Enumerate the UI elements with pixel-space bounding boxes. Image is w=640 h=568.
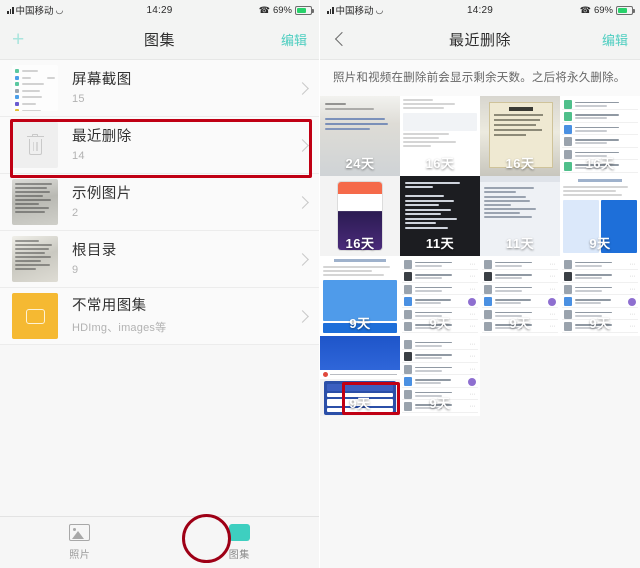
- days-remaining-label: 9天: [349, 395, 371, 411]
- album-row-recently-deleted[interactable]: 最近删除 14: [0, 117, 319, 174]
- status-bar-right: 中国移动 ◡ 14:29 ☎ 69%: [320, 0, 640, 20]
- grid-item[interactable]: ⋯ ⋯ ⋯ ⋯ ⋯ 9天: [480, 255, 560, 336]
- tab-bar: 照片 图集: [0, 516, 319, 568]
- chevron-right-icon: [296, 81, 309, 95]
- grid-item[interactable]: 16天: [480, 95, 560, 176]
- chevron-right-icon: [296, 195, 309, 209]
- days-remaining-label: 9天: [429, 315, 451, 331]
- album-count: 9: [72, 264, 79, 277]
- document-photo-thumbnail: [12, 236, 58, 282]
- album-count: HDImg、images等: [72, 322, 167, 335]
- page-title: 图集: [143, 32, 175, 49]
- battery-charging-icon: [616, 5, 635, 15]
- edit-button[interactable]: 编辑: [281, 30, 307, 49]
- album-title: 屏幕截图: [72, 71, 132, 88]
- album-count: 14: [72, 150, 85, 163]
- grid-item[interactable]: 11天: [400, 175, 480, 256]
- status-bar-left: 中国移动 ◡ 14:29 ☎ 69%: [0, 0, 319, 20]
- days-remaining-label: 9天: [349, 315, 371, 331]
- album-title: 最近删除: [72, 128, 132, 145]
- grid-item[interactable]: 9天: [320, 255, 400, 336]
- deleted-photo-grid: 24天 16天 16天 16天 16天 11天 11天 9天 9天 ⋯ ⋯ ⋯ …: [320, 95, 640, 416]
- nav-bar-right: 最近删除 编辑: [320, 20, 640, 60]
- album-text-block: 示例图片 2: [72, 185, 298, 219]
- chevron-right-icon: [296, 252, 309, 266]
- days-remaining-label: 16天: [505, 155, 535, 171]
- back-chevron-icon[interactable]: [332, 31, 350, 49]
- page-title: 最近删除: [448, 32, 511, 49]
- screenshot-list-thumbnail: [12, 65, 58, 111]
- battery-percent-label: 69%: [593, 4, 613, 16]
- grid-item[interactable]: 11天: [480, 175, 560, 256]
- grid-item[interactable]: 16天: [320, 175, 400, 256]
- trash-icon: [12, 122, 58, 168]
- grid-item[interactable]: 24天: [320, 95, 400, 176]
- deletion-notice-text: 照片和视频在删除前会显示剩余天数。之后将永久删除。: [320, 60, 640, 96]
- album-title: 不常用图集: [72, 297, 147, 314]
- grid-item[interactable]: 16天: [560, 95, 640, 176]
- status-bar-right-group: ☎ 69%: [258, 4, 314, 16]
- grid-item[interactable]: 16天: [400, 95, 480, 176]
- status-bar-right-group: ☎ 69%: [579, 4, 635, 16]
- days-remaining-label: 24天: [345, 155, 375, 171]
- grid-item[interactable]: ⋯ ⋯ ⋯ ⋯ ⋯ 9天: [560, 255, 640, 336]
- album-count: 2: [72, 207, 79, 220]
- edit-button[interactable]: 编辑: [602, 30, 628, 49]
- album-list: 屏幕截图 15 最近删除 14 示例图片 2 根目录 9 不常用图集 HDImg…: [0, 60, 319, 345]
- album-text-block: 最近删除 14: [72, 128, 298, 162]
- grid-item-highlighted[interactable]: 9天: [320, 335, 400, 416]
- album-text-block: 根目录 9: [72, 242, 298, 276]
- days-remaining-label: 9天: [509, 315, 531, 331]
- album-count: 15: [72, 93, 85, 106]
- nav-bar-left: + 图集 编辑: [0, 20, 319, 60]
- folder-placeholder-thumbnail: [12, 293, 58, 339]
- days-remaining-label: 11天: [425, 235, 455, 251]
- days-remaining-label: 11天: [505, 235, 535, 251]
- grid-item[interactable]: ⋯ ⋯ ⋯ ⋯ ⋯ 9天: [400, 255, 480, 336]
- days-remaining-label: 16天: [345, 235, 375, 251]
- album-icon: [228, 524, 250, 541]
- album-row-screenshots[interactable]: 屏幕截图 15: [0, 60, 319, 117]
- days-remaining-label: 9天: [589, 235, 611, 251]
- battery-charging-icon: [295, 5, 314, 15]
- add-album-button[interactable]: +: [12, 29, 34, 50]
- album-row-uncommon-albums[interactable]: 不常用图集 HDImg、images等: [0, 288, 319, 345]
- right-phone-screen: 中国移动 ◡ 14:29 ☎ 69% 最近删除 编辑 照片和视频在删除前会显示剩…: [320, 0, 640, 568]
- days-remaining-label: 16天: [585, 155, 615, 171]
- days-remaining-label: 9天: [429, 395, 451, 411]
- chevron-right-icon: [296, 309, 309, 323]
- grid-item[interactable]: 9天: [560, 175, 640, 256]
- grid-item[interactable]: ⋯ ⋯ ⋯ ⋯ ⋯ 9天: [400, 335, 480, 416]
- album-text-block: 屏幕截图 15: [72, 71, 298, 105]
- battery-percent-label: 69%: [272, 4, 292, 16]
- photo-icon: [69, 524, 91, 541]
- album-text-block: 不常用图集 HDImg、images等: [72, 297, 298, 335]
- dual-screenshot-container: 中国移动 ◡ 14:29 ☎ 69% + 图集 编辑 屏幕截图 15 最近删除 …: [0, 0, 640, 568]
- call-forwarding-icon: ☎: [579, 4, 591, 15]
- tab-label: 照片: [69, 550, 91, 561]
- album-row-root-directory[interactable]: 根目录 9: [0, 231, 319, 288]
- album-row-sample-pictures[interactable]: 示例图片 2: [0, 174, 319, 231]
- tab-photos[interactable]: 照片: [45, 524, 115, 561]
- call-forwarding-icon: ☎: [258, 4, 270, 15]
- album-title: 示例图片: [72, 185, 132, 202]
- chevron-right-icon: [296, 138, 309, 152]
- tab-label: 图集: [228, 550, 250, 561]
- tab-albums[interactable]: 图集: [204, 524, 274, 561]
- album-title: 根目录: [72, 242, 117, 259]
- document-photo-thumbnail: [12, 179, 58, 225]
- left-phone-screen: 中国移动 ◡ 14:29 ☎ 69% + 图集 编辑 屏幕截图 15 最近删除 …: [0, 0, 320, 568]
- days-remaining-label: 9天: [589, 315, 611, 331]
- days-remaining-label: 16天: [425, 155, 455, 171]
